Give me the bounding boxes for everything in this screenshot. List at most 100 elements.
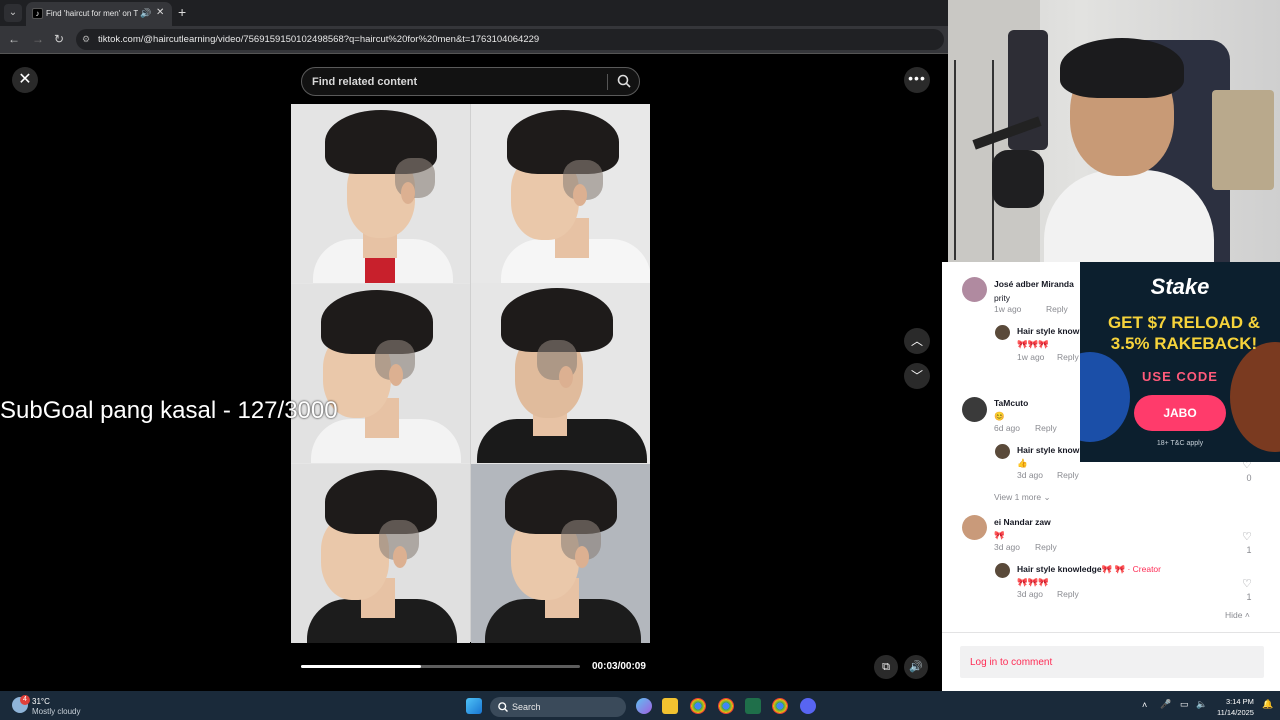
address-bar: ← → ↻ ⚙ tiktok.com/@haircutlearning/vide…	[0, 26, 948, 53]
progress-bar[interactable]	[301, 665, 580, 668]
like-count: 0	[1246, 473, 1252, 483]
reply-time: 3d ago	[1017, 589, 1043, 599]
picture-in-picture-button[interactable]: ⧉	[874, 655, 898, 679]
ad-roulette-graphic	[1230, 342, 1280, 452]
comment-text: 😊	[994, 411, 1005, 421]
ad-headline-line-2: 3.5% RAKEBACK!	[1110, 334, 1258, 353]
ad-ball-graphic	[1080, 352, 1130, 442]
ad-headline-line-1: GET $7 RELOAD &	[1107, 313, 1261, 332]
speaker-icon[interactable]: 🔈	[1196, 699, 1207, 710]
haircut-photo-4	[471, 284, 650, 463]
app-icon[interactable]	[745, 698, 761, 714]
tray-chevron-icon[interactable]: ˄	[1142, 700, 1147, 710]
reply-button[interactable]: Reply	[1035, 423, 1057, 433]
forward-button[interactable]: →	[32, 32, 44, 46]
more-options-button[interactable]: •••	[904, 67, 930, 93]
webcam-feed	[948, 0, 1280, 262]
login-to-comment-bar[interactable]: Log in to comment	[960, 646, 1264, 678]
weather-badge: 4	[20, 695, 30, 705]
search-divider	[607, 74, 608, 90]
search-input[interactable]: Find related content	[312, 76, 417, 88]
chrome-icon[interactable]	[690, 698, 706, 714]
ad-headline: GET $7 RELOAD & 3.5% RAKEBACK!	[1088, 312, 1280, 354]
avatar[interactable]	[962, 515, 987, 540]
playback-time: 00:03/00:09	[592, 661, 646, 672]
reply-button[interactable]: Reply	[1057, 470, 1079, 480]
avatar[interactable]	[995, 444, 1010, 459]
login-link[interactable]: Log in to comment	[970, 657, 1052, 668]
comment-text: 🎀	[994, 530, 1005, 540]
taskbar-search[interactable]: Search	[490, 697, 626, 717]
reply-text: 🎀🎀🎀	[1017, 577, 1049, 587]
back-button[interactable]: ←	[8, 32, 20, 46]
taskbar-search-label: Search	[512, 702, 541, 712]
reply-time: 3d ago	[1017, 470, 1043, 480]
avatar[interactable]	[962, 397, 987, 422]
progress-fill	[301, 665, 421, 668]
like-heart-icon[interactable]: ♡	[1242, 530, 1252, 543]
new-tab-button[interactable]: +	[178, 4, 186, 20]
weather-temp: 31°C	[32, 697, 50, 706]
stream-subgoal-text: SubGoal pang kasal - 127/3000	[0, 397, 338, 424]
reply-button[interactable]: Reply	[1046, 304, 1068, 314]
comment-author[interactable]: José adber Miranda	[994, 279, 1074, 289]
ad-terms: 18+ T&C apply	[1156, 440, 1204, 447]
like-count: 1	[1246, 545, 1252, 555]
haircut-photo-2	[471, 104, 650, 283]
like-heart-icon[interactable]: ♡	[1242, 577, 1252, 590]
network-icon[interactable]: ▭	[1180, 699, 1189, 710]
reply-text: 🎀🎀🎀	[1017, 339, 1049, 349]
tab-title: Find 'haircut for men' on TikTok	[46, 9, 138, 18]
view-more-replies-button[interactable]: View 1 more ⌄	[994, 492, 1051, 503]
mic-icon[interactable]: 🎤	[1160, 699, 1171, 710]
haircut-photo-3	[291, 284, 470, 463]
copilot-icon[interactable]	[636, 698, 652, 714]
windows-start-icon[interactable]	[466, 698, 482, 714]
browser-tab[interactable]: ♪ Find 'haircut for men' on TikTok 🔊 ✕	[26, 2, 172, 26]
stake-ad-banner[interactable]: Stake GET $7 RELOAD & 3.5% RAKEBACK! USE …	[1080, 262, 1280, 462]
volume-button[interactable]: 🔊	[904, 655, 928, 679]
haircut-photo-1	[291, 104, 470, 283]
site-info-icon[interactable]: ⚙	[82, 34, 90, 45]
reply-time: 1w ago	[1017, 352, 1045, 362]
video-frame[interactable]	[291, 104, 650, 643]
hide-replies-button[interactable]: Hide ˄	[1225, 610, 1250, 620]
file-explorer-icon[interactable]	[662, 698, 678, 714]
chrome-icon[interactable]	[772, 698, 788, 714]
next-video-button[interactable]: ﹀	[904, 363, 930, 389]
reply-button[interactable]: Reply	[1035, 542, 1057, 552]
url-text: tiktok.com/@haircutlearning/video/756915…	[98, 34, 540, 45]
url-field[interactable]: ⚙ tiktok.com/@haircutlearning/video/7569…	[76, 29, 944, 50]
comment-time: 1w ago	[994, 304, 1022, 314]
reply-text: 👍	[1017, 458, 1028, 468]
avatar[interactable]	[995, 563, 1010, 578]
previous-video-button[interactable]: ︿	[904, 328, 930, 354]
reload-button[interactable]: ↻	[54, 32, 64, 46]
avatar[interactable]	[995, 325, 1010, 340]
reply-author-name: Hair style knowledge🎀 🎀	[1017, 564, 1126, 574]
tab-audio-icon[interactable]: 🔊	[140, 8, 151, 19]
avatar[interactable]	[962, 277, 987, 302]
comment-time: 3d ago	[994, 542, 1020, 552]
clock-time[interactable]: 3:14 PM	[1226, 697, 1254, 706]
comment-text: prity	[994, 293, 1011, 303]
tab-search-button[interactable]: ⌄	[4, 4, 22, 22]
reply-button[interactable]: Reply	[1057, 589, 1079, 599]
clock-date[interactable]: 11/14/2025	[1217, 708, 1254, 717]
comments-divider	[942, 632, 1280, 633]
notification-bell-icon[interactable]: 🔔	[1262, 699, 1273, 710]
comment-author[interactable]: TaMcuto	[994, 398, 1028, 408]
like-count: 1	[1246, 592, 1252, 602]
ad-use-code-label: USE CODE	[1142, 369, 1218, 384]
reply-author[interactable]: Hair style knowledge🎀 🎀 · Creator	[1017, 564, 1161, 575]
creator-badge: · Creator	[1125, 564, 1161, 574]
chrome-icon[interactable]	[718, 698, 734, 714]
close-button[interactable]: ✕	[12, 67, 38, 93]
search-icon[interactable]	[616, 73, 632, 89]
tab-close-icon[interactable]: ✕	[156, 7, 164, 18]
discord-icon[interactable]	[800, 698, 816, 714]
related-search-box[interactable]: Find related content	[301, 67, 640, 96]
ad-code-button[interactable]: JABO	[1134, 395, 1226, 431]
comment-author[interactable]: ei Nandar zaw	[994, 517, 1051, 527]
reply-button[interactable]: Reply	[1057, 352, 1079, 362]
